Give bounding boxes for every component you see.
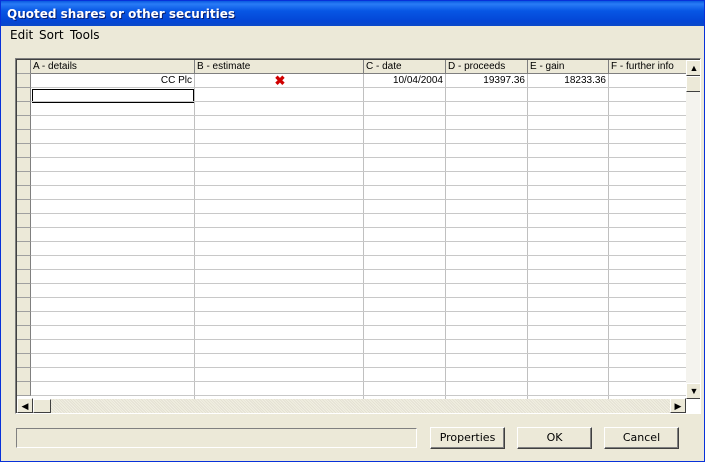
menu-sort[interactable]: Sort — [39, 28, 64, 42]
row-divider — [31, 241, 686, 242]
row-header[interactable] — [17, 130, 31, 144]
col-header-details[interactable]: A - details — [31, 60, 195, 74]
row-header[interactable] — [17, 172, 31, 186]
row-header[interactable] — [17, 340, 31, 354]
row-divider — [31, 227, 686, 228]
row-divider — [31, 311, 686, 312]
row-divider — [31, 101, 686, 102]
row-header[interactable] — [17, 74, 31, 88]
vertical-scrollbar[interactable]: ▲ ▼ — [686, 60, 700, 399]
row-divider — [31, 157, 686, 158]
col-divider — [194, 74, 195, 399]
row-divider — [31, 367, 686, 368]
cell-details[interactable]: CC Plc — [31, 74, 194, 88]
col-divider — [527, 74, 528, 399]
cell-further-info[interactable] — [609, 74, 686, 88]
col-divider — [445, 74, 446, 399]
row-divider — [31, 115, 686, 116]
row-divider — [31, 213, 686, 214]
menu-tools[interactable]: Tools — [70, 28, 100, 42]
horizontal-scroll-thumb[interactable] — [33, 399, 51, 413]
vertical-scroll-thumb[interactable] — [686, 76, 700, 92]
red-x-icon[interactable]: ✖ — [273, 74, 287, 88]
row-header[interactable] — [17, 242, 31, 256]
status-field — [16, 428, 417, 448]
row-header[interactable] — [17, 298, 31, 312]
row-header[interactable] — [17, 116, 31, 130]
row-header[interactable] — [17, 214, 31, 228]
row-header[interactable] — [17, 354, 31, 368]
col-header-gain[interactable]: E - gain — [528, 60, 609, 74]
row-header[interactable] — [17, 256, 31, 270]
scroll-right-button[interactable]: ▶ — [670, 398, 686, 413]
ok-button[interactable]: OK — [517, 427, 592, 449]
row-header[interactable] — [17, 200, 31, 214]
col-header-estimate[interactable]: B - estimate — [195, 60, 364, 74]
row-header[interactable] — [17, 382, 31, 396]
row-header[interactable] — [17, 270, 31, 284]
row-header[interactable] — [17, 312, 31, 326]
row-divider — [31, 171, 686, 172]
row-divider — [31, 325, 686, 326]
row-divider — [31, 381, 686, 382]
grid-corner[interactable] — [17, 60, 31, 74]
row-divider — [31, 199, 686, 200]
row-header[interactable] — [17, 368, 31, 382]
row-divider — [31, 395, 686, 396]
row-divider — [31, 185, 686, 186]
col-header-further-info[interactable]: F - further info — [609, 60, 686, 74]
cell-date[interactable]: 10/04/2004 — [364, 74, 445, 88]
menu-edit[interactable]: Edit — [10, 28, 33, 42]
horizontal-scrollbar[interactable]: ◀ ▶ — [17, 398, 686, 413]
row-divider — [31, 129, 686, 130]
title-bar[interactable]: Quoted shares or other securities — [1, 1, 704, 26]
row-divider — [31, 255, 686, 256]
row-header[interactable] — [17, 228, 31, 242]
grid-body: A - details B - estimate C - date D - pr… — [17, 60, 686, 399]
col-header-date[interactable]: C - date — [364, 60, 446, 74]
row-header[interactable] — [17, 158, 31, 172]
cancel-button[interactable]: Cancel — [604, 427, 679, 449]
dialog-window: Quoted shares or other securities Edit S… — [0, 0, 705, 462]
row-header[interactable] — [17, 102, 31, 116]
row-header[interactable] — [17, 144, 31, 158]
row-header[interactable] — [17, 88, 31, 102]
scroll-down-button[interactable]: ▼ — [686, 383, 700, 399]
col-divider — [608, 74, 609, 399]
cell-proceeds[interactable]: 19397.36 — [446, 74, 527, 88]
row-divider — [31, 353, 686, 354]
col-header-proceeds[interactable]: D - proceeds — [446, 60, 528, 74]
scroll-up-button[interactable]: ▲ — [686, 60, 700, 76]
row-divider — [31, 339, 686, 340]
row-header[interactable] — [17, 186, 31, 200]
col-divider — [363, 74, 364, 399]
window-title: Quoted shares or other securities — [7, 7, 235, 21]
row-header[interactable] — [17, 326, 31, 340]
menu-bar: Edit Sort Tools — [1, 26, 704, 45]
row-divider — [31, 269, 686, 270]
cell-gain[interactable]: 18233.36 — [528, 74, 608, 88]
row-divider — [31, 283, 686, 284]
row-header[interactable] — [17, 284, 31, 298]
scroll-left-button[interactable]: ◀ — [17, 398, 33, 413]
row-divider — [31, 87, 686, 88]
properties-button[interactable]: Properties — [430, 427, 505, 449]
securities-grid[interactable]: A - details B - estimate C - date D - pr… — [15, 58, 701, 414]
row-divider — [31, 143, 686, 144]
row-divider — [31, 297, 686, 298]
